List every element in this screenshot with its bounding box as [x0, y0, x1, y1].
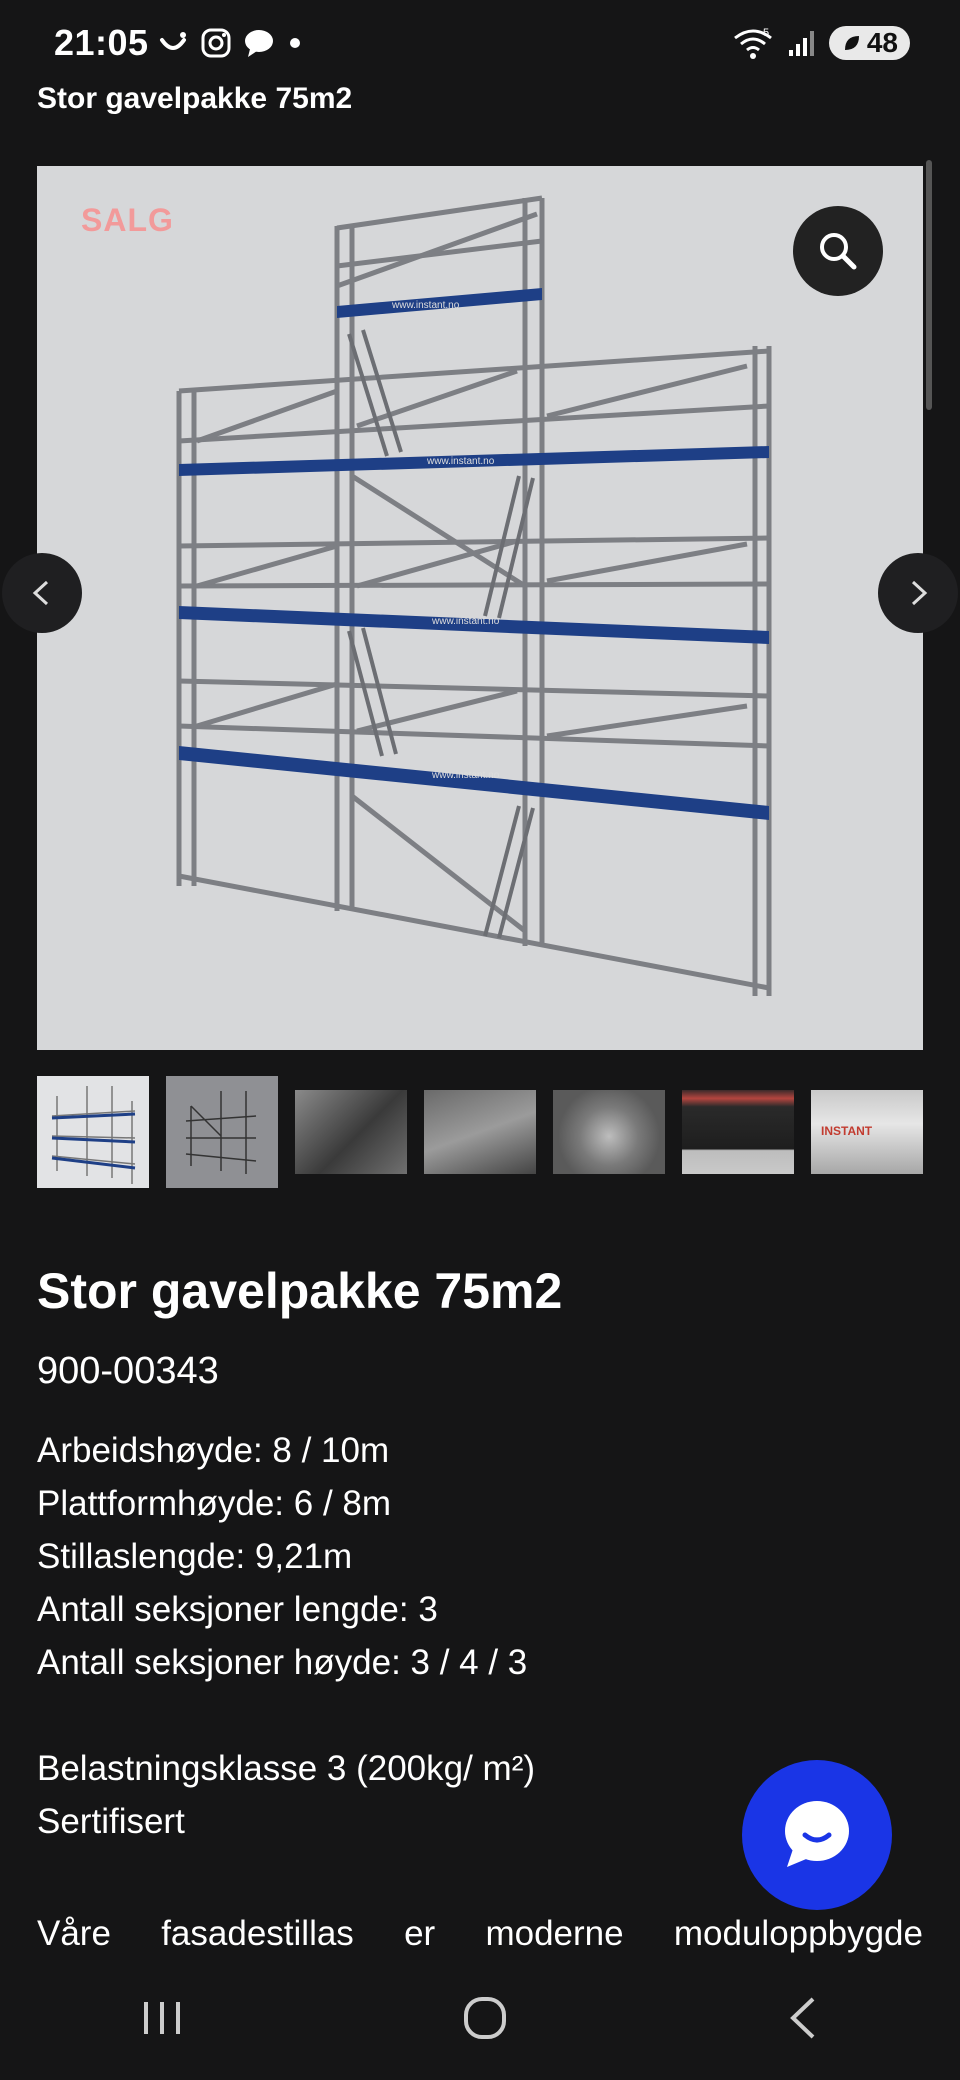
zoom-icon	[820, 233, 857, 270]
zoom-button[interactable]	[793, 206, 883, 296]
page-title: Stor gavelpakke 75m2	[37, 82, 353, 115]
status-time: 21:05	[54, 22, 149, 63]
status-icons-right: 5 48	[731, 26, 910, 60]
chat-button[interactable]	[742, 1760, 892, 1910]
spec-load-class: Belastningsklasse 3 (200kg/ m²)	[37, 1749, 535, 1788]
back-icon	[790, 1997, 815, 2038]
previous-image-button[interactable]	[2, 553, 82, 633]
next-image-button[interactable]	[878, 553, 958, 633]
product-image[interactable]: www.instant.no www.instant.no www.instan…	[37, 166, 923, 1050]
svg-text:5: 5	[763, 27, 769, 39]
svg-text:www.instant.no: www.instant.no	[431, 770, 500, 781]
chat-bubble-icon	[245, 30, 273, 57]
description-word: fasadestillas	[161, 1914, 354, 1953]
product-description: Våre fasadestillas er moderne moduloppby…	[37, 1914, 923, 1954]
battery-level: 48	[866, 27, 898, 58]
svg-text:www.instant.no: www.instant.no	[431, 616, 500, 627]
thumbnail-3[interactable]	[295, 1090, 407, 1174]
status-bar: 21:05 5 48	[0, 0, 960, 90]
spec-sections-height: Antall seksjoner høyde: 3 / 4 / 3	[37, 1643, 528, 1682]
chevron-left-icon	[32, 580, 49, 606]
spec-sections-length: Antall seksjoner lengde: 3	[37, 1590, 438, 1629]
thumbnail-5[interactable]	[553, 1090, 665, 1174]
spec-working-height: Arbeidshøyde: 8 / 10m	[37, 1431, 390, 1470]
product-title: Stor gavelpakke 75m2	[37, 1263, 563, 1319]
thumbnail-6[interactable]	[682, 1090, 794, 1174]
thumbnail-7[interactable]: INSTANT	[811, 1090, 923, 1174]
recent-apps-icon	[143, 2001, 180, 2034]
dot-icon	[290, 38, 300, 48]
chat-icon	[785, 1801, 849, 1867]
signal-icon	[788, 31, 814, 56]
home-icon	[463, 1996, 506, 2039]
home-button[interactable]	[460, 1993, 510, 2048]
chevron-right-icon	[911, 580, 928, 606]
wifi-icon: 5	[733, 27, 772, 59]
system-navigation-bar	[0, 1960, 960, 2080]
gallery-scrollbar[interactable]	[926, 160, 932, 410]
sale-badge: SALG	[81, 202, 174, 238]
recent-apps-button[interactable]	[137, 1996, 187, 2045]
smile-icon	[160, 32, 186, 50]
description-word: er	[404, 1914, 436, 1953]
svg-text:www.instant.no: www.instant.no	[426, 456, 495, 467]
battery-icon: 48	[828, 26, 910, 60]
description-word: moderne	[485, 1914, 624, 1953]
spec-platform-height: Plattformhøyde: 6 / 8m	[37, 1484, 392, 1523]
product-specs: Arbeidshøyde: 8 / 10m Plattformhøyde: 6 …	[37, 1424, 535, 1848]
description-word: Våre	[37, 1914, 111, 1953]
instagram-icon	[201, 28, 231, 58]
thumbnail-4[interactable]	[424, 1090, 536, 1174]
back-button[interactable]	[783, 1993, 823, 2048]
description-word: moduloppbygde	[673, 1914, 923, 1953]
spec-certified: Sertifisert	[37, 1802, 185, 1841]
product-sku: 900-00343	[37, 1350, 219, 1392]
thumbnail-2[interactable]	[166, 1076, 278, 1188]
thumbnail-1[interactable]	[37, 1076, 149, 1188]
thumbnail-7-text: INSTANT	[821, 1124, 873, 1138]
spec-length: Stillaslengde: 9,21m	[37, 1537, 353, 1576]
scaffold-illustration: www.instant.no www.instant.no www.instan…	[176, 195, 772, 996]
status-icons-left	[156, 26, 304, 60]
thumbnail-strip: INSTANT	[37, 1076, 923, 1188]
svg-text:www.instant.no: www.instant.no	[391, 300, 460, 311]
